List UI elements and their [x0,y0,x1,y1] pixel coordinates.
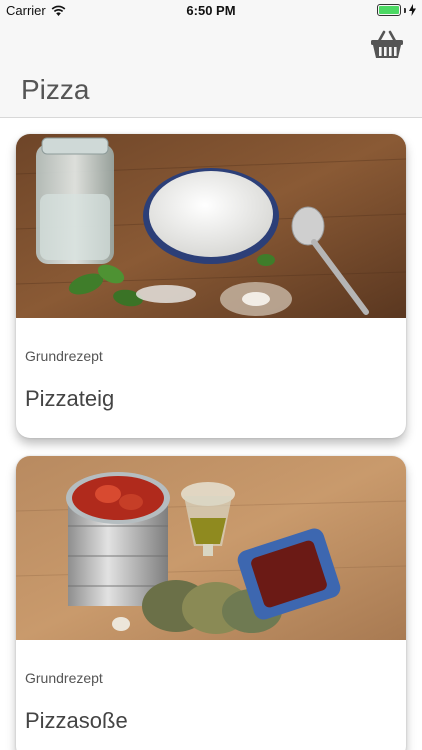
status-right [377,4,416,16]
recipe-subtitle: Grundrezept [25,348,103,364]
battery-icon [377,4,401,16]
basket-button[interactable] [370,30,404,60]
recipe-list[interactable]: Grundrezept Pizzateig Grundrezept Pizzas… [0,118,422,750]
recipe-subtitle: Grundrezept [25,670,103,686]
battery-tip [404,7,406,13]
page-title: Pizza [21,74,90,105]
recipe-image [16,456,406,640]
recipe-title: Pizzateig [25,386,115,411]
nav-header: Pizza [0,22,422,118]
status-bar: Carrier 6:50 PM [0,0,422,22]
status-time: 6:50 PM [186,3,236,18]
recipe-card[interactable]: Grundrezept Pizzasoße [16,456,406,750]
recipe-image [16,134,406,318]
battery-fill [379,6,399,14]
charging-bolt-icon [409,4,416,16]
recipe-card[interactable]: Grundrezept Pizzateig [16,134,406,438]
recipe-title: Pizzasoße [25,708,128,733]
basket-icon [371,30,403,58]
